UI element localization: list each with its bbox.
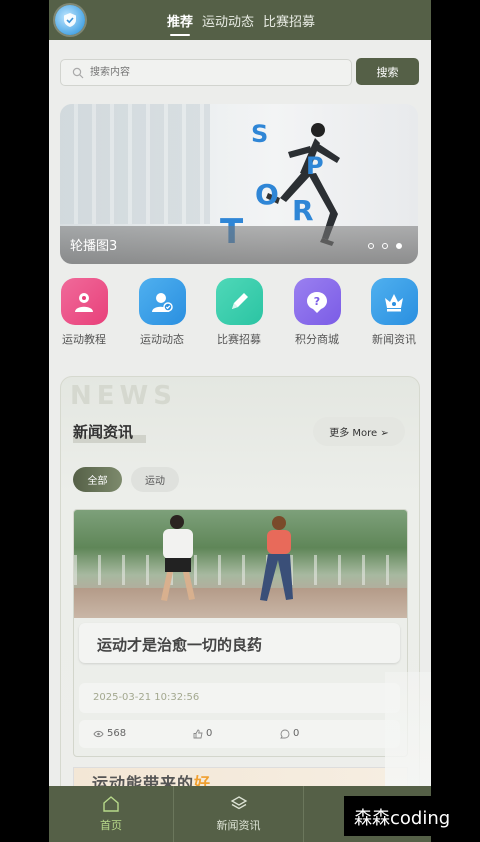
search-box (60, 59, 352, 86)
app-logo[interactable] (55, 5, 85, 35)
quick-links: 运动教程 运动动态 比赛招募 ? 积分商城 新闻资讯 (49, 278, 431, 353)
user-check-icon (138, 278, 186, 325)
quick-link-tutorial[interactable]: 运动教程 (49, 278, 119, 347)
quick-link-label: 比赛招募 (217, 333, 261, 346)
news-card-title-box: 运动才是治愈一切的良药 (79, 623, 400, 663)
search-input[interactable] (88, 66, 312, 79)
quick-link-news[interactable]: 新闻资讯 (359, 278, 429, 347)
eye-icon (93, 730, 104, 737)
question-icon: ? (293, 278, 341, 325)
shield-icon (64, 13, 76, 27)
news-card-title: 运动才是治愈一切的良药 (97, 636, 263, 654)
quick-link-label: 运动教程 (62, 333, 106, 346)
banner-letter-o: O (255, 178, 279, 211)
pencil-icon (215, 278, 263, 325)
news-section: NEWS 新闻资讯 更多 More ➢ 全部 运动 运动才是治愈一切的良药 20… (60, 376, 420, 798)
quick-link-sport-news[interactable]: 运动动态 (127, 278, 197, 347)
layers-icon (230, 796, 247, 810)
svg-text:?: ? (314, 295, 320, 308)
walking-person-image (161, 515, 195, 601)
comments-count: 0 (293, 728, 300, 739)
thumbs-up-icon (193, 729, 203, 738)
comment-icon (280, 729, 290, 738)
comments-stat[interactable]: 0 (280, 728, 299, 739)
carousel-dot[interactable] (368, 243, 374, 249)
banner-letter-r: R (292, 194, 314, 227)
views-stat: 568 (93, 728, 126, 739)
banner-carousel[interactable]: S P O R T 轮播图3 (60, 104, 418, 264)
quick-link-label: 新闻资讯 (372, 333, 416, 346)
search-button[interactable]: 搜索 (356, 58, 419, 85)
nav-news[interactable]: 新闻资讯 (174, 786, 303, 842)
likes-count: 0 (206, 728, 213, 739)
news-more-button[interactable]: 更多 More ➢ (313, 417, 405, 446)
watermark: 森森coding (354, 808, 451, 829)
search-icon (72, 67, 84, 78)
banner-letter-p: P (306, 152, 324, 180)
filter-all[interactable]: 全部 (73, 467, 122, 492)
news-section-title: 新闻资讯 (73, 423, 134, 441)
walking-person-image (260, 516, 293, 601)
news-card-stats: 568 0 0 (79, 720, 400, 748)
carousel-dot-active[interactable] (396, 243, 402, 249)
tab-sport-news[interactable]: 运动动态 (202, 11, 254, 30)
news-bg-text: NEWS (70, 381, 177, 411)
home-icon (103, 796, 119, 812)
tab-recommend[interactable]: 推荐 (167, 11, 193, 36)
news-card-date-box: 2025-03-21 10:32:56 (79, 683, 400, 713)
banner-letter-s: S (251, 120, 269, 148)
banner-caption: 轮播图3 (70, 239, 118, 254)
nav-divider (303, 786, 304, 842)
tab-competition[interactable]: 比赛招募 (263, 11, 315, 30)
news-card-image (74, 510, 407, 618)
blur-overlay (385, 672, 431, 786)
views-count: 568 (107, 728, 127, 739)
phone-screen: 推荐 运动动态 比赛招募 搜索 S P O R T 轮播图3 (49, 0, 431, 842)
quick-link-label: 运动动态 (140, 333, 184, 346)
carousel-dot[interactable] (382, 243, 388, 249)
quick-link-label: 积分商城 (295, 333, 339, 346)
user-icon (60, 278, 108, 325)
banner-building-image (60, 104, 210, 224)
nav-news-label: 新闻资讯 (216, 819, 261, 832)
top-tabs: 推荐 运动动态 比赛招募 (167, 0, 315, 40)
nav-home[interactable]: 首页 (49, 786, 173, 842)
carousel-dots (368, 243, 402, 249)
top-bar: 推荐 运动动态 比赛招募 (49, 0, 431, 40)
crown-icon (370, 278, 418, 325)
nav-home-label: 首页 (100, 819, 122, 832)
quick-link-competition[interactable]: 比赛招募 (204, 278, 274, 347)
news-card-date: 2025-03-21 10:32:56 (93, 692, 200, 703)
quick-link-points-mall[interactable]: ? 积分商城 (282, 278, 352, 347)
likes-stat[interactable]: 0 (193, 728, 212, 739)
news-card[interactable]: 运动才是治愈一切的良药 2025-03-21 10:32:56 568 0 0 (73, 509, 408, 757)
filter-sport[interactable]: 运动 (131, 467, 179, 492)
